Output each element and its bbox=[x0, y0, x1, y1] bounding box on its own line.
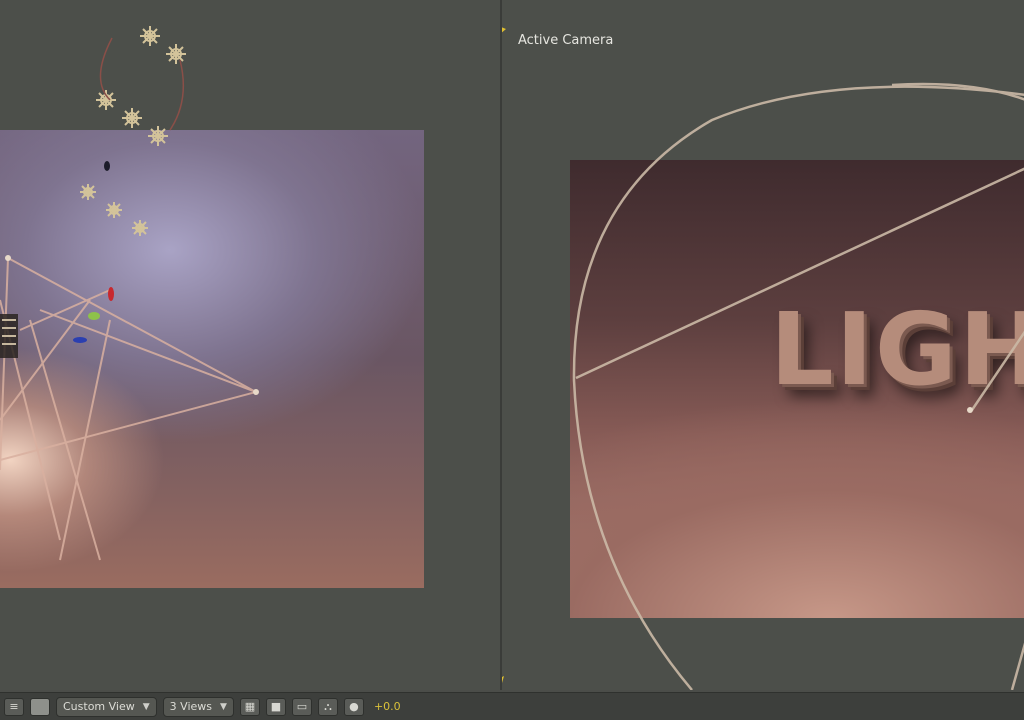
light-range-circle-bottom bbox=[1010, 642, 1024, 690]
axis-handle-blue[interactable] bbox=[73, 337, 87, 343]
light-direction-line[interactable] bbox=[575, 167, 1024, 380]
target-handle-dark[interactable] bbox=[104, 161, 110, 171]
light-markers[interactable] bbox=[80, 26, 186, 236]
axis-handle-red[interactable] bbox=[108, 287, 114, 301]
light-gizmo-overlay[interactable] bbox=[502, 0, 1024, 690]
render-icon: ■ bbox=[270, 700, 282, 713]
custom-view-label: Custom View bbox=[63, 700, 135, 713]
right-viewport[interactable]: Active Camera LIGH bbox=[500, 0, 1024, 690]
chevron-down-icon: ▼ bbox=[142, 701, 150, 712]
frustum-vertex[interactable] bbox=[253, 389, 259, 395]
light-icon[interactable] bbox=[80, 184, 96, 200]
grid-toggle-button[interactable]: ▦ bbox=[239, 697, 260, 716]
custom-view-dropdown[interactable]: Custom View ▼ bbox=[56, 696, 157, 717]
app-window: Active Camera LIGH ≡ Custom View ▼ 3 Vie… bbox=[0, 0, 1024, 720]
camera-frustum-lines bbox=[0, 257, 257, 561]
light-icon[interactable] bbox=[122, 108, 142, 128]
light-icon[interactable] bbox=[96, 90, 116, 110]
hierarchy-icon: ⛬ bbox=[324, 699, 332, 713]
snap-icon: ▭ bbox=[296, 700, 308, 713]
camera-marker-bottom-icon bbox=[502, 676, 504, 683]
coordinate-readout: +0.0 bbox=[373, 700, 401, 713]
render-toggle-button[interactable]: ■ bbox=[265, 697, 286, 716]
light-target-vertex[interactable] bbox=[967, 407, 973, 413]
views-label: 3 Views bbox=[169, 700, 213, 713]
light-icon[interactable] bbox=[106, 202, 122, 218]
scene-gizmo-overlay[interactable] bbox=[0, 0, 500, 690]
views-dropdown[interactable]: 3 Views ▼ bbox=[162, 696, 234, 717]
light-icon[interactable] bbox=[140, 26, 160, 46]
snap-toggle-button[interactable]: ▭ bbox=[291, 697, 312, 716]
chevron-down-icon: ▼ bbox=[220, 701, 227, 712]
hierarchy-button[interactable]: ⛬ bbox=[317, 697, 338, 716]
light-icon[interactable] bbox=[148, 126, 168, 146]
menu-icon: ≡ bbox=[9, 700, 19, 713]
dot-icon: ● bbox=[349, 700, 359, 713]
frustum-vertex[interactable] bbox=[5, 255, 11, 261]
light-range-circle[interactable] bbox=[572, 85, 1024, 690]
viewport-menu-button[interactable]: ≡ bbox=[4, 697, 24, 716]
axis-handle-green[interactable] bbox=[88, 312, 100, 320]
shading-button[interactable] bbox=[30, 697, 50, 716]
light-icon[interactable] bbox=[166, 44, 186, 64]
light-icon[interactable] bbox=[132, 220, 148, 236]
viewport-toolbar: ≡ Custom View ▼ 3 Views ▼ ▦ ■ ▭ ⛬ ● +0.0 bbox=[0, 692, 1024, 720]
record-button[interactable]: ● bbox=[343, 697, 364, 716]
left-viewport[interactable] bbox=[0, 0, 500, 690]
light-direction-line-2 bbox=[970, 330, 1024, 411]
grid-icon: ▦ bbox=[244, 700, 256, 713]
